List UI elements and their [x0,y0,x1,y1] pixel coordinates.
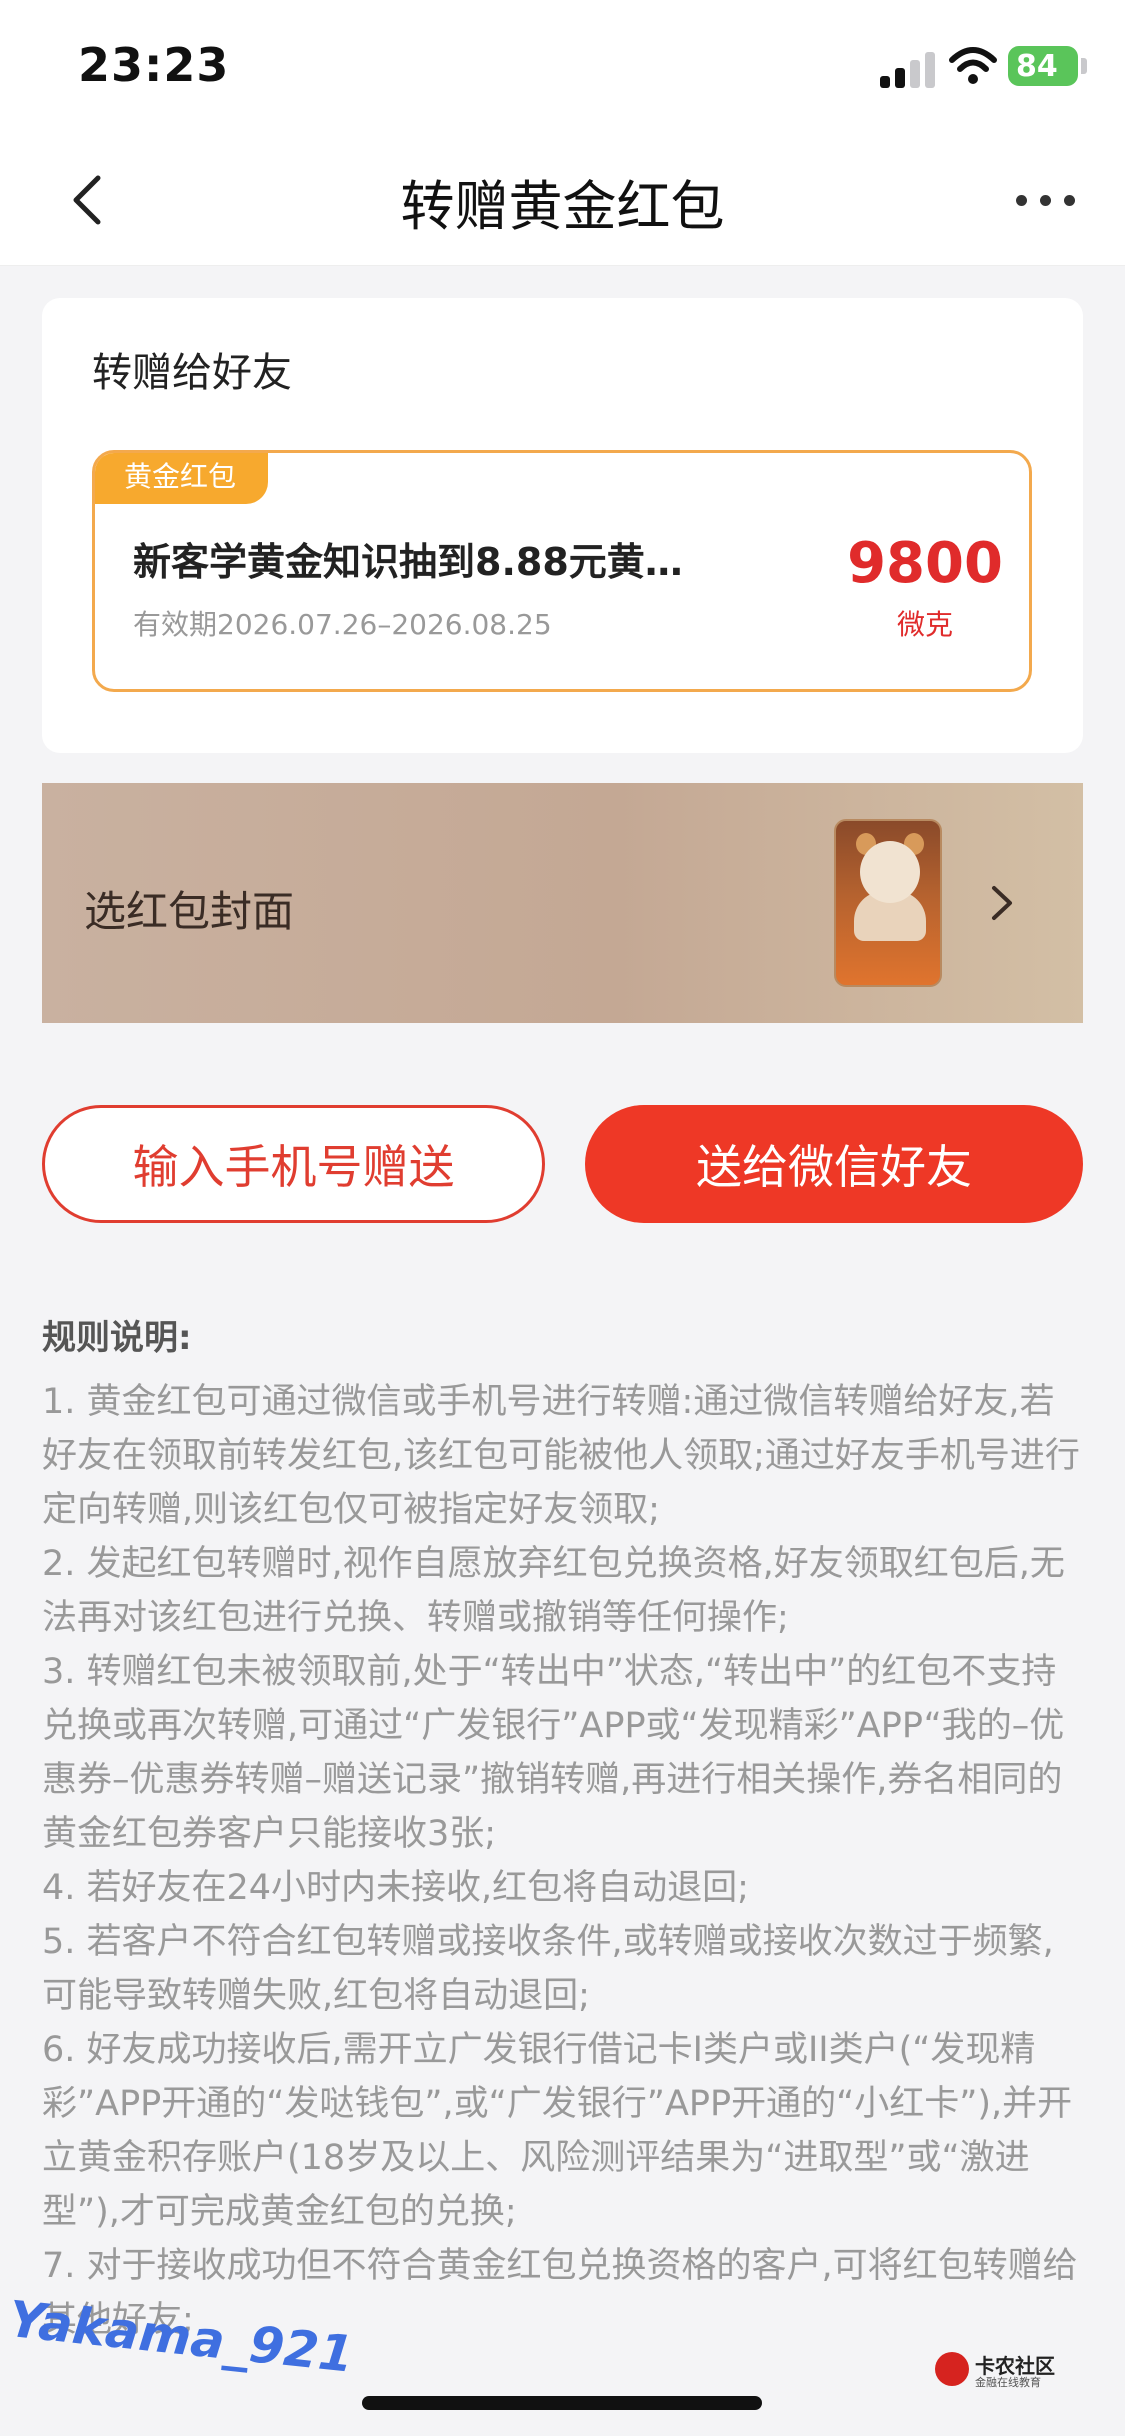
coupon-name: 新客学黄金知识抽到8.88元黄… [133,540,683,584]
nav-bar: 转赠黄金红包 [0,140,1125,266]
rule-item: 6. 好友成功接收后,需开立广发银行借记卡I类户或II类户(“发现精彩”APP开… [42,2030,1073,2232]
rule-item: 1. 黄金红包可通过微信或手机号进行转赠:通过微信转赠给好友,若好友在领取前转发… [42,1382,1080,1530]
cover-label: 选红包封面 [84,887,295,936]
rule-item: 2. 发起红包转赠时,视作自愿放弃红包兑换资格,好友领取红包后,无法再对该红包进… [42,1544,1065,1638]
battery-icon: 84 [1008,46,1078,86]
site-logo: 卡农社区 金融在线教育 [935,2350,1075,2390]
coupon-tag: 黄金红包 [95,453,269,504]
logo-subtitle: 金融在线教育 [975,2376,1041,2389]
cellular-signal-icon [880,50,936,88]
rule-item: 5. 若客户不符合红包转赠或接收条件,或转赠或接收次数过于频繁,可能导致转赠失败… [42,1922,1054,2016]
home-indicator[interactable] [362,2396,762,2410]
send-to-wechat-button[interactable]: 送给微信好友 [585,1105,1083,1223]
rules-title: 规则说明: [42,1318,192,1358]
wifi-icon [949,47,997,84]
more-options-icon[interactable] [1010,175,1080,225]
rules-list: 1. 黄金红包可通过微信或手机号进行转赠:通过微信转赠给好友,若好友在领取前转发… [42,1375,1087,2347]
status-bar: 23:23 84 [0,0,1125,140]
cover-selector[interactable]: 选红包封面 [42,783,1083,1023]
coupon-unit: 微克 [896,608,953,641]
rule-item: 3. 转赠红包未被领取前,处于“转出中”状态,“转出中”的红包不支持兑换或再次转… [42,1652,1065,1854]
page-title: 转赠黄金红包 [400,175,725,238]
battery-level: 84 [1016,48,1058,84]
gift-card: 转赠给好友 黄金红包 新客学黄金知识抽到8.88元黄… 有效期2026.07.2… [42,298,1083,753]
status-time: 23:23 [78,38,230,92]
coupon-validity: 有效期2026.07.26–2026.08.25 [133,608,552,641]
logo-icon [935,2352,969,2386]
battery-cap [1081,58,1087,74]
coupon-amount: 9800 [847,531,1003,596]
chevron-right-icon [992,886,1012,920]
gold-coupon[interactable]: 黄金红包 新客学黄金知识抽到8.88元黄… 有效期2026.07.26–2026… [92,450,1032,692]
gift-card-title: 转赠给好友 [92,350,292,396]
send-by-phone-button[interactable]: 输入手机号赠送 [42,1105,545,1223]
rule-item: 4. 若好友在24小时内未接收,红包将自动退回; [42,1868,749,1908]
cover-thumbnail[interactable] [834,819,942,987]
